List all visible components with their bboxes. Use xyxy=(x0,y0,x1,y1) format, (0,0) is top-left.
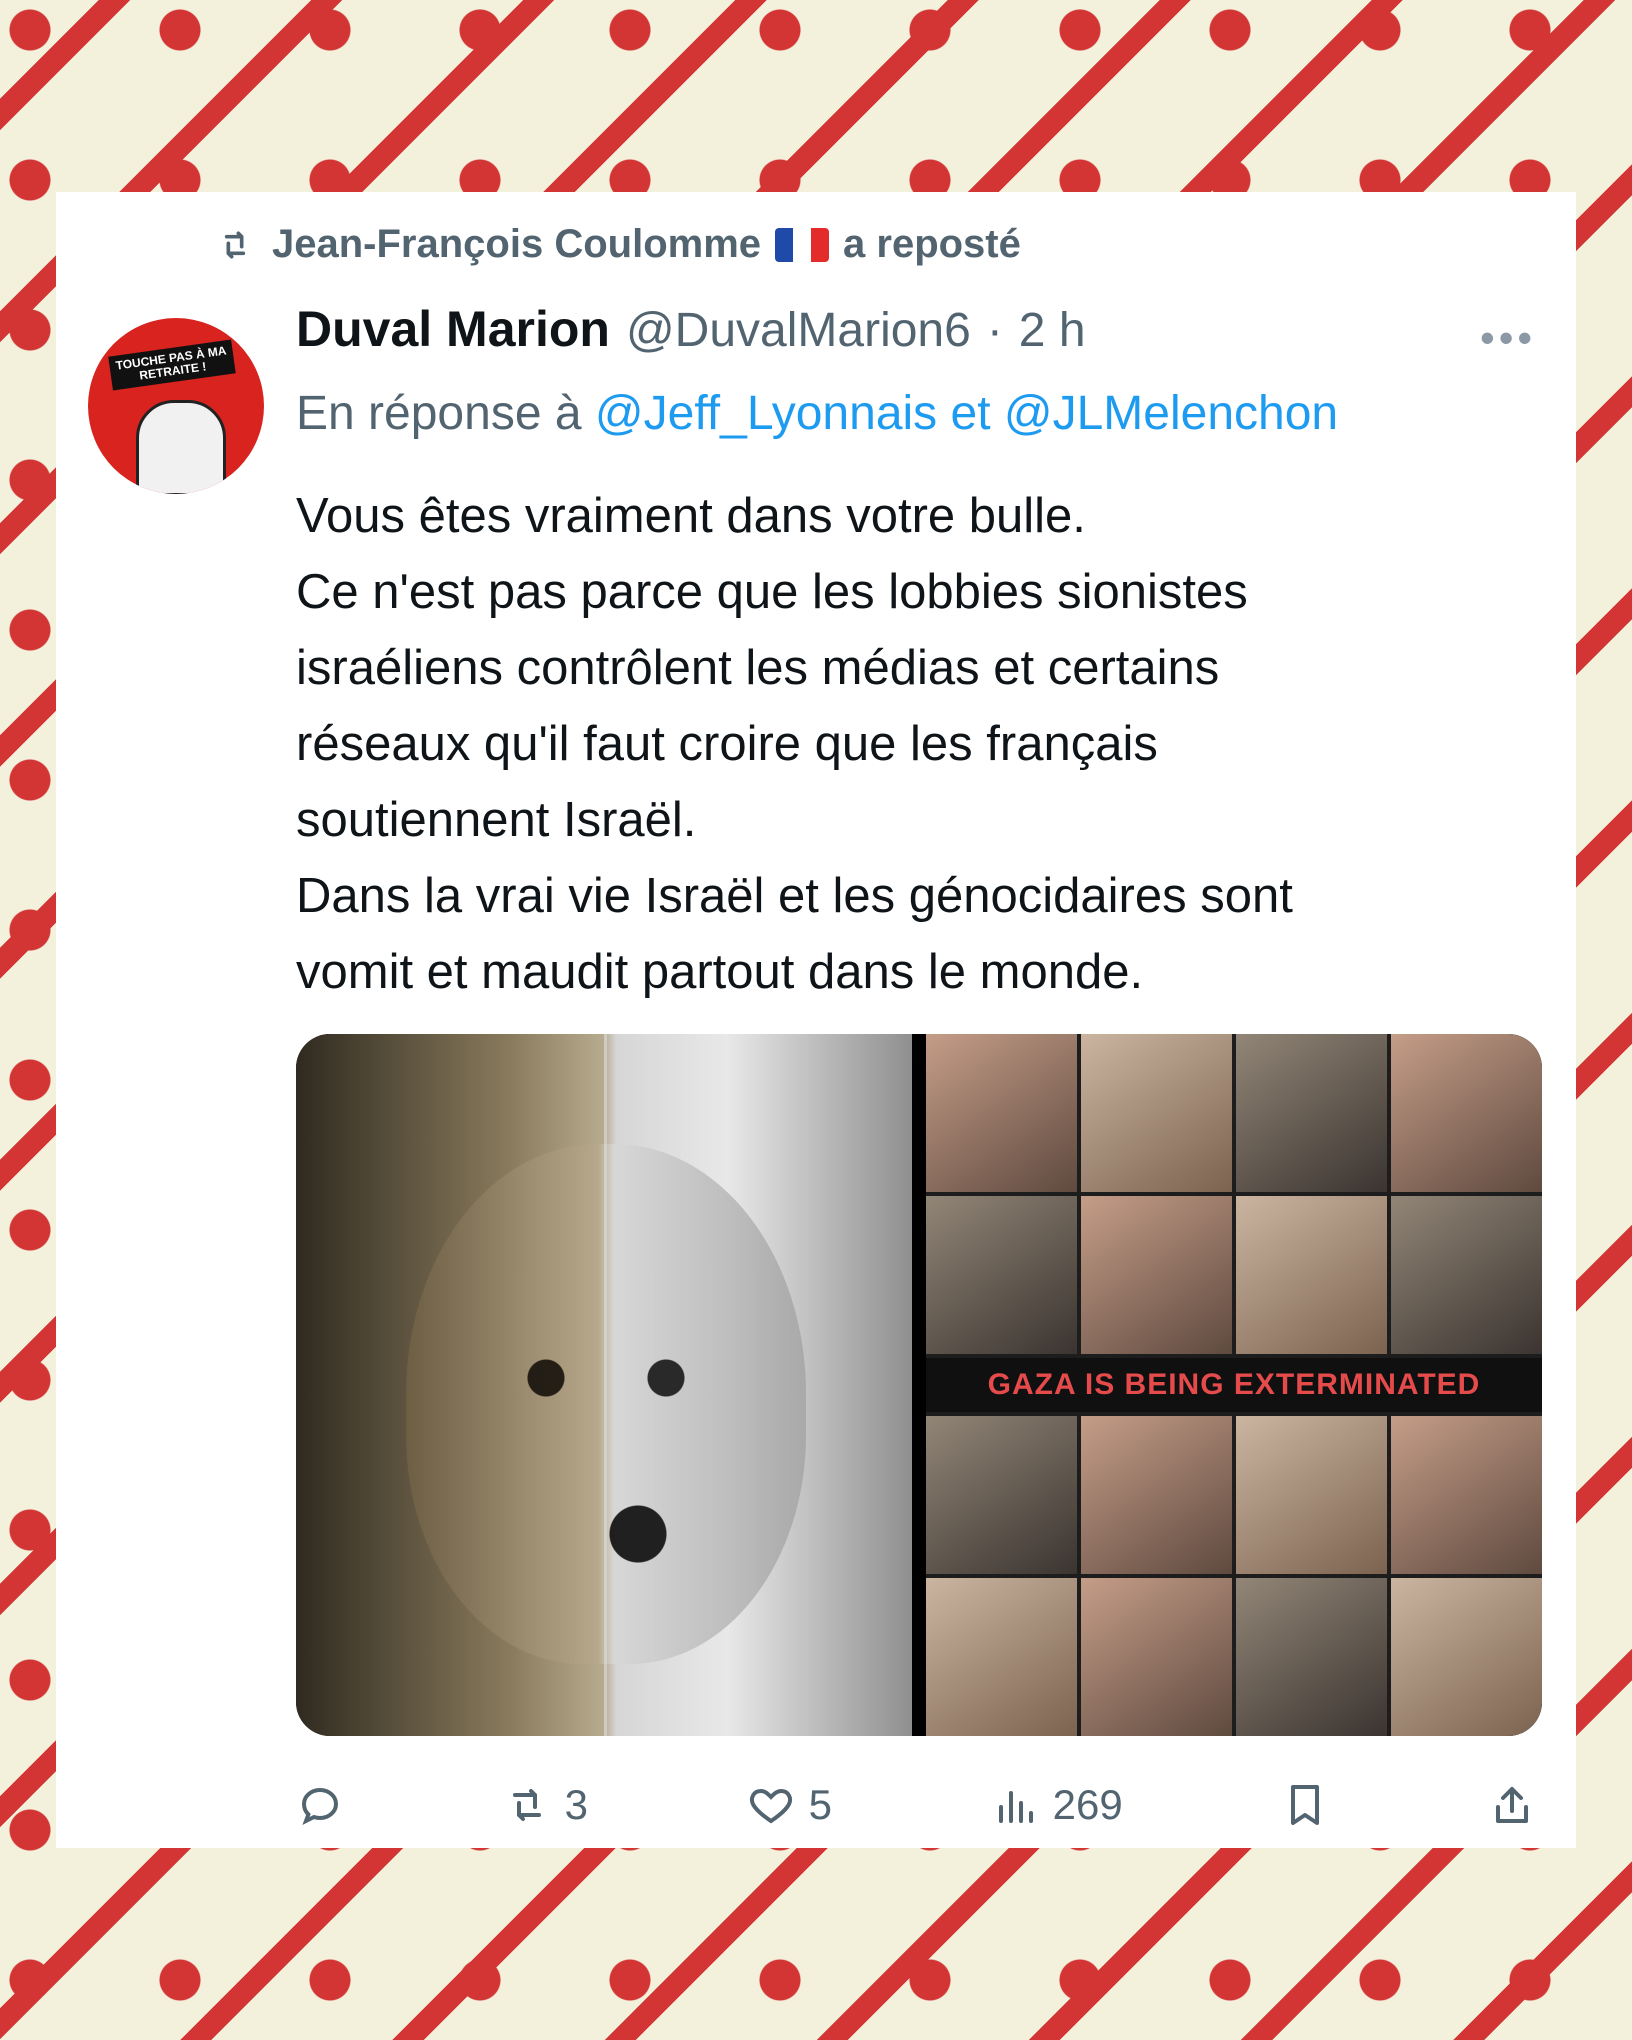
views-icon xyxy=(998,1791,1033,1823)
portrait-split-line xyxy=(604,1034,607,1736)
media-banner-text: GAZA IS BEING EXTERMINATED xyxy=(926,1358,1542,1412)
avatar-figure xyxy=(136,400,226,494)
tweet-line: vomit et maudit partout dans le monde. xyxy=(296,945,1144,999)
tweet-header: Duval Marion @DuvalMarion6 · 2 h xyxy=(296,300,1086,358)
collage-tile xyxy=(926,1034,1077,1192)
view-count: 269 xyxy=(1052,1781,1123,1828)
french-flag-icon xyxy=(775,227,830,262)
share-button[interactable] xyxy=(1488,1781,1536,1829)
collage-tile xyxy=(1081,1578,1232,1736)
tweet-media[interactable]: GAZA IS BEING EXTERMINATED xyxy=(296,1034,1542,1736)
tweet-line: Dans la vrai vie Israël et les génocidai… xyxy=(296,869,1293,923)
avatar[interactable]: TOUCHE PAS À MA RETRAITE ! xyxy=(88,318,264,494)
collage-tile xyxy=(1391,1578,1542,1736)
collage-tile xyxy=(1081,1034,1232,1192)
tweet-line: Vous êtes vraiment dans votre bulle. xyxy=(296,489,1086,543)
share-icon xyxy=(1496,1787,1528,1823)
author-name[interactable]: Duval Marion xyxy=(296,300,610,358)
collage-tile xyxy=(926,1578,1077,1736)
more-icon[interactable]: ••• xyxy=(1480,314,1536,362)
like-button[interactable]: 5 xyxy=(747,1781,832,1829)
collage-tile xyxy=(926,1196,1077,1354)
retweet-count: 3 xyxy=(564,1781,588,1828)
views-button[interactable]: 269 xyxy=(991,1781,1123,1829)
tweet-actions: 3 5 269 xyxy=(296,1770,1536,1840)
like-count: 5 xyxy=(808,1781,832,1828)
reply-prefix: En réponse à xyxy=(296,387,582,440)
bookmark-button[interactable] xyxy=(1281,1781,1329,1829)
reply-icon xyxy=(301,1787,339,1826)
avatar-text: TOUCHE PAS À MA RETRAITE ! xyxy=(108,339,236,391)
collage-tile xyxy=(1081,1196,1232,1354)
collage-tile xyxy=(1391,1196,1542,1354)
collage-tile xyxy=(1236,1416,1387,1574)
collage-tile xyxy=(926,1416,1077,1574)
reply-button[interactable] xyxy=(296,1781,344,1829)
retweet-icon xyxy=(224,231,246,258)
photo-collage: GAZA IS BEING EXTERMINATED xyxy=(926,1034,1542,1736)
retweet-icon xyxy=(512,1789,541,1821)
tweet-line: réseaux qu'il faut croire que les frança… xyxy=(296,717,1158,771)
tweet-line: soutiennent Israël. xyxy=(296,793,697,847)
bookmark-icon xyxy=(1291,1785,1320,1825)
reply-mentions[interactable]: @Jeff_Lyonnais et @JLMelenchon xyxy=(595,387,1338,440)
tweet-text: Vous êtes vraiment dans votre bulle. Ce … xyxy=(296,478,1516,1010)
collage-tile xyxy=(1236,1034,1387,1192)
reply-context: En réponse à @Jeff_Lyonnais et @JLMelenc… xyxy=(296,386,1338,441)
timestamp[interactable]: 2 h xyxy=(1019,303,1086,358)
reposter-name[interactable]: Jean-François Coulomme xyxy=(272,222,761,267)
collage-tile xyxy=(1236,1196,1387,1354)
collage-tile xyxy=(1391,1034,1542,1192)
media-image-right[interactable]: GAZA IS BEING EXTERMINATED xyxy=(926,1034,1542,1736)
tweet-line: israéliens contrôlent les médias et cert… xyxy=(296,641,1220,695)
media-image-left[interactable] xyxy=(296,1034,912,1736)
repost-suffix: a reposté xyxy=(843,222,1021,266)
author-handle[interactable]: @DuvalMarion6 xyxy=(626,303,971,358)
separator-dot: · xyxy=(986,304,1003,357)
repost-attribution: Jean-François Coulomme a reposté xyxy=(212,222,1021,267)
retweet-button[interactable]: 3 xyxy=(503,1781,588,1829)
tweet-line: Ce n'est pas parce que les lobbies sioni… xyxy=(296,565,1248,619)
heart-icon xyxy=(749,1788,792,1824)
collage-tile xyxy=(1081,1416,1232,1574)
collage-tile xyxy=(1236,1578,1387,1736)
collage-tile xyxy=(1391,1416,1542,1574)
